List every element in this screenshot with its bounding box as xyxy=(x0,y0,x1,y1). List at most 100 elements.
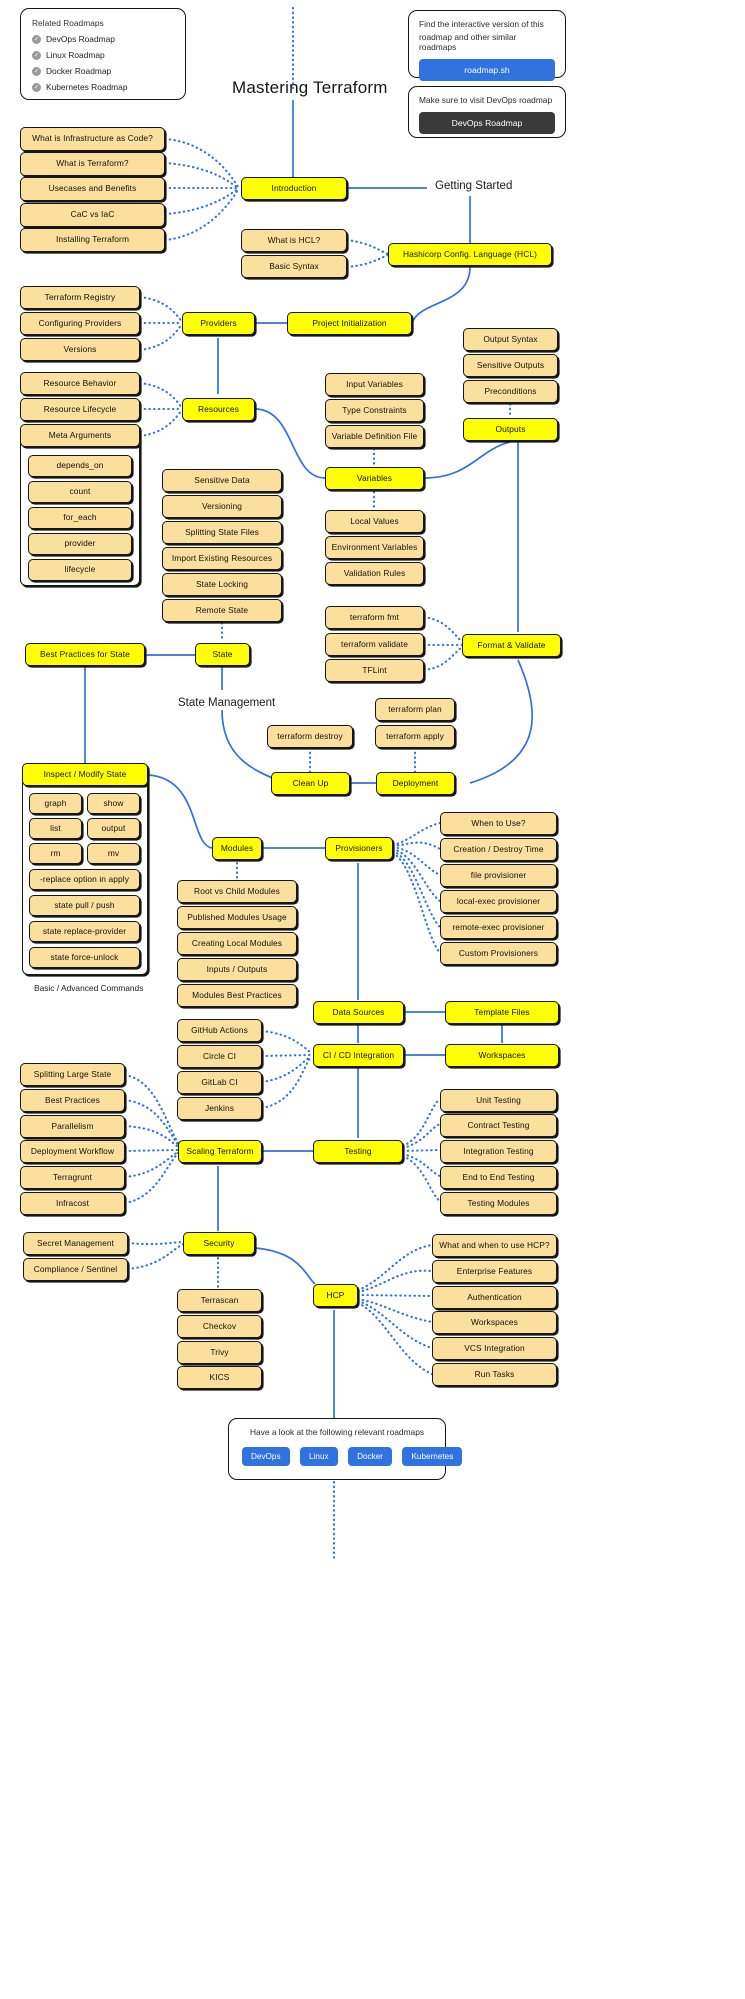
node-circle-ci[interactable]: Circle CI xyxy=(177,1045,262,1068)
node-rm[interactable]: rm xyxy=(29,843,82,864)
footer-pill-kubernetes[interactable]: Kubernetes xyxy=(402,1447,463,1466)
node-terraform-destroy[interactable]: terraform destroy xyxy=(267,725,353,748)
node-local-exec-provisioner[interactable]: local-exec provisioner xyxy=(440,890,557,913)
node-terraform-apply[interactable]: terraform apply xyxy=(375,725,455,748)
related-roadmap-item-kubernetes[interactable]: ✓ Kubernetes Roadmap xyxy=(32,82,174,92)
related-roadmap-item-linux[interactable]: ✓ Linux Roadmap xyxy=(32,50,174,60)
node-graph[interactable]: graph xyxy=(29,793,82,814)
node-inspect-modify-state[interactable]: Inspect / Modify State xyxy=(22,763,148,786)
node-data-sources[interactable]: Data Sources xyxy=(313,1001,404,1024)
node-provisioners[interactable]: Provisioners xyxy=(325,837,393,860)
node-import-existing-resources[interactable]: Import Existing Resources xyxy=(162,547,282,570)
node-parallelism[interactable]: Parallelism xyxy=(20,1115,125,1138)
roadmapsh-button[interactable]: roadmap.sh xyxy=(419,59,555,81)
node-variables[interactable]: Variables xyxy=(325,467,424,490)
node-enterprise-features[interactable]: Enterprise Features xyxy=(432,1260,557,1283)
node-secret-management[interactable]: Secret Management xyxy=(23,1232,128,1255)
node-usecases-and-benefits[interactable]: Usecases and Benefits xyxy=(20,177,165,201)
node-ci-cd-integration[interactable]: CI / CD Integration xyxy=(313,1044,404,1067)
node-what-is-hcl[interactable]: What is HCL? xyxy=(241,229,347,252)
node-format-validate[interactable]: Format & Validate xyxy=(462,634,561,657)
node-installing-terraform[interactable]: Installing Terraform xyxy=(20,228,165,252)
node-providers[interactable]: Providers xyxy=(182,312,255,335)
node-testing-modules[interactable]: Testing Modules xyxy=(440,1192,557,1215)
node-integration-testing[interactable]: Integration Testing xyxy=(440,1140,557,1163)
node-file-provisioner[interactable]: file provisioner xyxy=(440,864,557,887)
node-security[interactable]: Security xyxy=(183,1232,255,1255)
node-end-to-end-testing[interactable]: End to End Testing xyxy=(440,1166,557,1189)
node-custom-provisioners[interactable]: Custom Provisioners xyxy=(440,942,557,965)
node-when-to-use[interactable]: When to Use? xyxy=(440,812,557,835)
node-state-force-unlock[interactable]: state force-unlock xyxy=(29,947,140,968)
node-lifecycle[interactable]: lifecycle xyxy=(28,559,132,581)
node-what-is-terraform[interactable]: What is Terraform? xyxy=(20,152,165,176)
node-trivy[interactable]: Trivy xyxy=(177,1341,262,1364)
node-modules[interactable]: Modules xyxy=(212,837,262,860)
node-vcs-integration[interactable]: VCS Integration xyxy=(432,1337,557,1360)
node-versions[interactable]: Versions xyxy=(20,338,140,361)
node-output-syntax[interactable]: Output Syntax xyxy=(463,328,558,351)
node-state-locking[interactable]: State Locking xyxy=(162,573,282,596)
node-splitting-large-state[interactable]: Splitting Large State xyxy=(20,1063,125,1086)
node-contract-testing[interactable]: Contract Testing xyxy=(440,1114,557,1137)
node-jenkins[interactable]: Jenkins xyxy=(177,1097,262,1120)
node-template-files[interactable]: Template Files xyxy=(445,1001,559,1024)
node-versioning[interactable]: Versioning xyxy=(162,495,282,518)
node-infracost[interactable]: Infracost xyxy=(20,1192,125,1215)
node-terraform-plan[interactable]: terraform plan xyxy=(375,698,455,721)
related-roadmap-item-docker[interactable]: ✓ Docker Roadmap xyxy=(32,66,174,76)
node-introduction[interactable]: Introduction xyxy=(241,177,347,200)
node-environment-variables[interactable]: Environment Variables xyxy=(325,536,424,559)
node-preconditions[interactable]: Preconditions xyxy=(463,380,558,403)
footer-pill-linux[interactable]: Linux xyxy=(300,1447,338,1466)
node-unit-testing[interactable]: Unit Testing xyxy=(440,1089,557,1112)
node-workspaces[interactable]: Workspaces xyxy=(445,1044,559,1067)
devops-roadmap-button[interactable]: DevOps Roadmap xyxy=(419,112,555,134)
node-sensitive-data[interactable]: Sensitive Data xyxy=(162,469,282,492)
node-hcl[interactable]: Hashicorp Config. Language (HCL) xyxy=(388,243,552,266)
node-remote-exec-provisioner[interactable]: remote-exec provisioner xyxy=(440,916,557,939)
node-list[interactable]: list xyxy=(29,818,82,839)
node-terraform-registry[interactable]: Terraform Registry xyxy=(20,286,140,309)
node-modules-best-practices[interactable]: Modules Best Practices xyxy=(177,984,297,1007)
node-remote-state[interactable]: Remote State xyxy=(162,599,282,622)
node-hcp-workspaces[interactable]: Workspaces xyxy=(432,1311,557,1334)
footer-pill-devops[interactable]: DevOps xyxy=(242,1447,290,1466)
node-validation-rules[interactable]: Validation Rules xyxy=(325,562,424,585)
node-state[interactable]: State xyxy=(195,643,250,666)
node-best-practices-for-state[interactable]: Best Practices for State xyxy=(25,643,145,666)
node-deployment[interactable]: Deployment xyxy=(376,772,455,795)
node-meta-arguments[interactable]: Meta Arguments xyxy=(20,424,140,447)
node-basic-syntax[interactable]: Basic Syntax xyxy=(241,255,347,278)
node-local-values[interactable]: Local Values xyxy=(325,510,424,533)
node-mv[interactable]: mv xyxy=(87,843,140,864)
node-count[interactable]: count xyxy=(28,481,132,503)
node-input-variables[interactable]: Input Variables xyxy=(325,373,424,396)
node-root-vs-child-modules[interactable]: Root vs Child Modules xyxy=(177,880,297,903)
node-testing[interactable]: Testing xyxy=(313,1140,403,1163)
footer-pill-docker[interactable]: Docker xyxy=(348,1447,392,1466)
node-splitting-state-files[interactable]: Splitting State Files xyxy=(162,521,282,544)
node-depends-on[interactable]: depends_on xyxy=(28,455,132,477)
node-compliance-sentinel[interactable]: Compliance / Sentinel xyxy=(23,1258,128,1281)
node-clean-up[interactable]: Clean Up xyxy=(271,772,350,795)
node-variable-definition-file[interactable]: Variable Definition File xyxy=(325,425,424,448)
node-creating-local-modules[interactable]: Creating Local Modules xyxy=(177,932,297,955)
node-terragrunt[interactable]: Terragrunt xyxy=(20,1166,125,1189)
node-checkov[interactable]: Checkov xyxy=(177,1315,262,1338)
node-inputs-outputs[interactable]: Inputs / Outputs xyxy=(177,958,297,981)
node-output[interactable]: output xyxy=(87,818,140,839)
node-resources[interactable]: Resources xyxy=(182,398,255,421)
node-configuring-providers[interactable]: Configuring Providers xyxy=(20,312,140,335)
node-cac-vs-iac[interactable]: CaC vs IaC xyxy=(20,203,165,227)
node-run-tasks[interactable]: Run Tasks xyxy=(432,1363,557,1386)
node-project-initialization[interactable]: Project Initialization xyxy=(287,312,412,335)
node-terraform-validate[interactable]: terraform validate xyxy=(325,633,424,656)
node-sensitive-outputs[interactable]: Sensitive Outputs xyxy=(463,354,558,377)
node-state-pull-push[interactable]: state pull / push xyxy=(29,895,140,916)
node-what-and-when-to-use-hcp[interactable]: What and when to use HCP? xyxy=(432,1234,557,1257)
node-outputs[interactable]: Outputs xyxy=(463,418,558,441)
node-scaling-terraform[interactable]: Scaling Terraform xyxy=(178,1140,262,1163)
node-terrascan[interactable]: Terrascan xyxy=(177,1289,262,1312)
node-hcp[interactable]: HCP xyxy=(313,1284,358,1307)
